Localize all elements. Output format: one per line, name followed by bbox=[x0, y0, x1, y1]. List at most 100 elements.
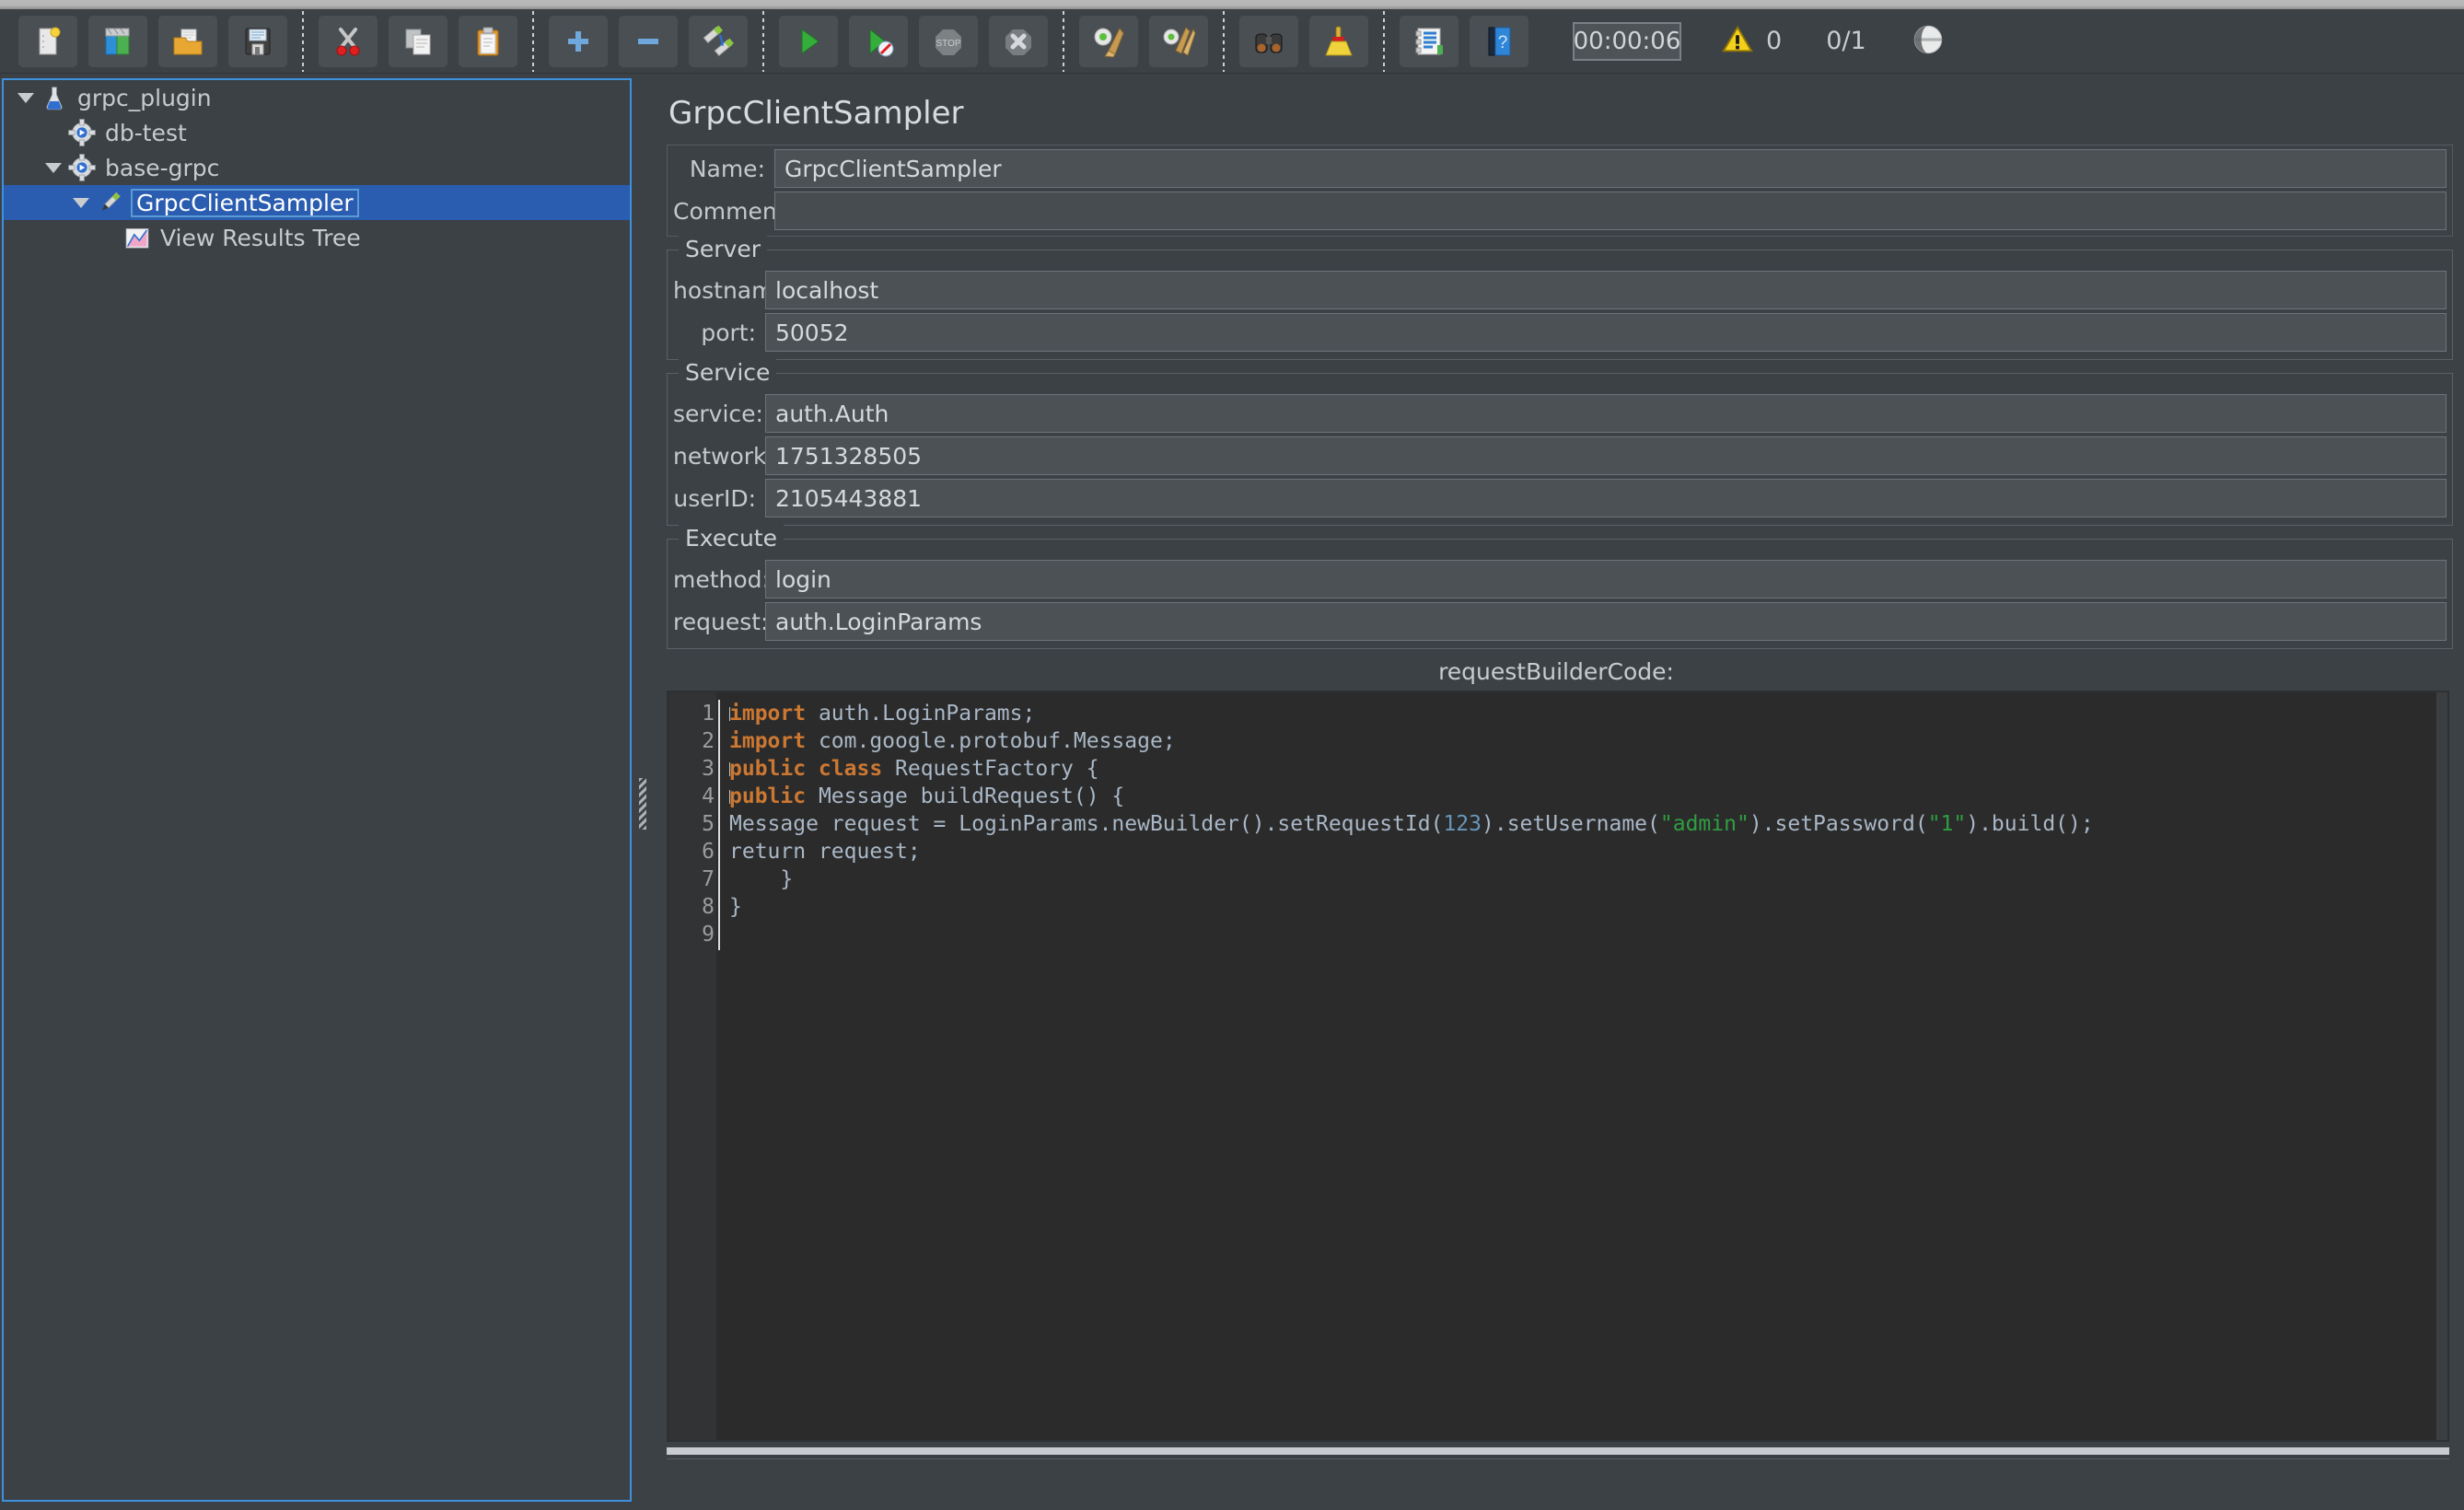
toolbar-separator bbox=[1383, 11, 1385, 72]
toolbar-separator bbox=[1063, 11, 1064, 72]
svg-text:?: ? bbox=[1498, 33, 1508, 52]
code-token: auth.LoginParams; bbox=[806, 702, 1035, 726]
code-line: } bbox=[729, 893, 2447, 921]
plus-icon bbox=[560, 23, 597, 60]
method-field[interactable]: login bbox=[765, 560, 2447, 598]
divider-grip-icon[interactable] bbox=[639, 778, 646, 830]
clear-all-button[interactable] bbox=[1149, 16, 1208, 67]
port-field-label: port: bbox=[673, 319, 765, 346]
collapse-all-button[interactable] bbox=[619, 16, 678, 67]
code-line: Message request = LoginParams.newBuilder… bbox=[729, 810, 2447, 838]
code-gutter: 123456789 bbox=[668, 692, 716, 1440]
toolbar-separator bbox=[762, 11, 764, 72]
main-toolbar: STOP?00:00:0600/1 bbox=[0, 9, 2464, 74]
request-builder-code-editor[interactable]: 123456789 import auth.LoginParams;import… bbox=[667, 691, 2449, 1442]
request-field[interactable]: auth.LoginParams bbox=[765, 602, 2447, 641]
code-line bbox=[729, 921, 2447, 948]
copy-pages-icon bbox=[400, 23, 436, 60]
green-play-icon bbox=[790, 23, 827, 60]
code-line: public class RequestFactory { bbox=[729, 755, 2447, 783]
code-text-area[interactable]: import auth.LoginParams;import com.googl… bbox=[729, 692, 2447, 1440]
hostname-field-label: hostname: bbox=[673, 277, 765, 304]
expand-caret-icon[interactable] bbox=[41, 163, 66, 173]
save-button[interactable] bbox=[228, 16, 287, 67]
test-plan-flask-icon bbox=[39, 82, 70, 113]
code-line: return request; bbox=[729, 838, 2447, 865]
expand-caret-icon[interactable] bbox=[68, 198, 94, 208]
code-token: return request; bbox=[729, 840, 921, 864]
stop-sign-icon: STOP bbox=[930, 23, 967, 60]
warning-icon bbox=[1720, 22, 1755, 61]
warning-indicator[interactable]: 0 bbox=[1720, 22, 1782, 61]
comments-row: Comments: bbox=[673, 192, 2447, 230]
code-caret-column bbox=[716, 692, 729, 1440]
split-pane-divider[interactable] bbox=[635, 78, 650, 1502]
userid-field[interactable]: 2105443881 bbox=[765, 479, 2447, 517]
new-test-plan-button[interactable] bbox=[18, 16, 77, 67]
comments-label: Comments: bbox=[673, 198, 774, 225]
elapsed-timer: 00:00:06 bbox=[1573, 22, 1681, 61]
cut-button[interactable] bbox=[319, 16, 378, 67]
tree-item-db-test[interactable]: db-test bbox=[4, 115, 630, 150]
code-horizontal-scrollbar[interactable] bbox=[667, 1447, 2449, 1455]
hostname-field[interactable]: localhost bbox=[765, 271, 2447, 309]
play-no-timers-icon bbox=[860, 23, 897, 60]
stop-button[interactable]: STOP bbox=[919, 16, 978, 67]
help-button[interactable]: ? bbox=[1470, 16, 1528, 67]
request-builder-code-label: requestBuilderCode: bbox=[652, 658, 2460, 685]
port-field-row: port:50052 bbox=[673, 313, 2447, 352]
request-field-row: request:auth.LoginParams bbox=[673, 602, 2447, 641]
request-field-label: request: bbox=[673, 609, 765, 635]
paste-button[interactable] bbox=[459, 16, 517, 67]
userid-field-row: userID:2105443881 bbox=[673, 479, 2447, 517]
minus-icon bbox=[630, 23, 667, 60]
tree-item-base-grpc[interactable]: base-grpc bbox=[4, 150, 630, 185]
line-number: 9 bbox=[702, 923, 715, 947]
copy-button[interactable] bbox=[389, 16, 447, 67]
tree-item-grpc-plugin[interactable]: grpc_plugin bbox=[4, 80, 630, 115]
code-token: Message request = LoginParams.newBuilder… bbox=[729, 812, 1443, 836]
start-button[interactable] bbox=[779, 16, 838, 67]
port-field[interactable]: 50052 bbox=[765, 313, 2447, 352]
open-button[interactable] bbox=[158, 16, 217, 67]
yellow-broom-icon bbox=[1320, 23, 1357, 60]
name-input[interactable]: GrpcClientSampler bbox=[774, 149, 2447, 188]
new-document-icon bbox=[29, 23, 66, 60]
code-token: ).build(); bbox=[1966, 812, 2093, 836]
tree-item-label: base-grpc bbox=[105, 157, 219, 180]
function-helper-button[interactable] bbox=[1400, 16, 1459, 67]
expand-caret-icon[interactable] bbox=[13, 93, 39, 103]
code-line: import auth.LoginParams; bbox=[729, 700, 2447, 727]
reset-search-button[interactable] bbox=[1309, 16, 1368, 67]
sampler-pencil-icon bbox=[94, 187, 125, 218]
code-token: RequestFactory { bbox=[882, 757, 1098, 781]
service-field[interactable]: auth.Auth bbox=[765, 394, 2447, 433]
templates-button[interactable] bbox=[88, 16, 147, 67]
code-vertical-scrollbar[interactable] bbox=[2436, 692, 2447, 1442]
comments-input[interactable] bbox=[774, 192, 2447, 230]
window-title-bar bbox=[0, 0, 2464, 9]
gutter-line-number: 1 bbox=[668, 700, 716, 727]
start-no-timers-button[interactable] bbox=[849, 16, 908, 67]
tree-item-view-results-tree[interactable]: View Results Tree bbox=[4, 220, 630, 255]
code-token: com.google.protobuf.Message; bbox=[806, 729, 1176, 753]
line-number: 1 bbox=[702, 702, 715, 726]
listener-chart-icon bbox=[122, 222, 153, 253]
open-folder-icon bbox=[169, 23, 206, 60]
search-button[interactable] bbox=[1239, 16, 1298, 67]
code-token: "admin" bbox=[1660, 812, 1749, 836]
networkid-field-label: networkID: bbox=[673, 443, 765, 470]
floppy-disk-icon bbox=[239, 23, 276, 60]
shutdown-button[interactable] bbox=[989, 16, 1048, 67]
method-field-row: method:login bbox=[673, 560, 2447, 598]
networkid-field[interactable]: 1751328505 bbox=[765, 436, 2447, 475]
expand-all-button[interactable] bbox=[549, 16, 608, 67]
clear-button[interactable] bbox=[1079, 16, 1138, 67]
test-plan-tree[interactable]: grpc_plugindb-test base-grpc GrpcClientSam… bbox=[2, 78, 632, 1502]
tree-item-grpcclientsampler[interactable]: GrpcClientSampler bbox=[4, 185, 630, 220]
name-row: Name: GrpcClientSampler bbox=[673, 149, 2447, 188]
globe-icon[interactable] bbox=[1909, 20, 1947, 63]
toolbar-separator bbox=[1223, 11, 1225, 72]
sampler-config-panel: GrpcClientSampler Name: GrpcClientSample… bbox=[652, 78, 2460, 1502]
toggle-button[interactable] bbox=[689, 16, 748, 67]
